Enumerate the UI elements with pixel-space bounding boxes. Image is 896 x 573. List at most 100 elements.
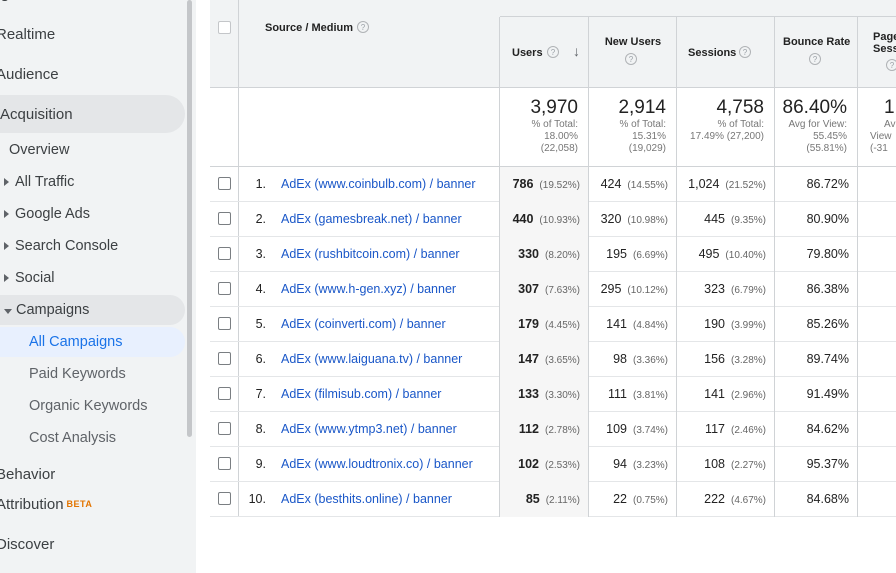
sidebar-item-audience[interactable]: Audience bbox=[0, 55, 59, 93]
table-row: 6. AdEx (www.laiguana.tv) / banner 147 (3.6… bbox=[210, 342, 896, 377]
row-checkbox[interactable] bbox=[218, 422, 231, 435]
source-medium-link[interactable]: AdEx (filmisub.com) / banner bbox=[281, 377, 441, 412]
total-caption: 15.31% bbox=[632, 131, 666, 142]
new-users-value: 424 bbox=[600, 177, 622, 191]
source-medium-link[interactable]: AdEx (www.loudtronix.co) / banner bbox=[281, 447, 473, 482]
total-users: 3,970 % of Total: 18.00% (22,058) bbox=[499, 88, 588, 167]
help-icon[interactable]: ? bbox=[809, 53, 821, 65]
sidebar-item-acquisition[interactable]: Acquisition bbox=[0, 95, 185, 133]
header-new-users[interactable]: New Users ? bbox=[588, 17, 676, 88]
users-cell: 112 (2.78%) bbox=[499, 412, 588, 447]
source-medium-link[interactable]: AdEx (www.coinbulb.com) / banner bbox=[281, 167, 476, 202]
sidebar-item-cost-analysis[interactable]: Cost Analysis bbox=[29, 423, 116, 453]
row-index: 4. bbox=[255, 282, 266, 296]
sessions-value: 222 bbox=[704, 492, 725, 506]
sessions-value: 108 bbox=[704, 457, 725, 471]
sidebar-item-realtime[interactable]: Realtime bbox=[0, 15, 55, 53]
bounce-rate-value: 95.37% bbox=[806, 457, 849, 471]
help-icon[interactable]: ? bbox=[357, 21, 369, 33]
row-checkbox[interactable] bbox=[218, 352, 231, 365]
header-source-medium[interactable]: Source / Medium ? bbox=[238, 0, 500, 88]
sidebar-item-all-campaigns[interactable]: All Campaigns bbox=[0, 327, 185, 357]
users-value: 133 bbox=[518, 387, 539, 401]
source-medium-link[interactable]: AdEx (www.ytmp3.net) / banner bbox=[281, 412, 457, 447]
row-checkbox[interactable] bbox=[218, 212, 231, 225]
total-caption: View bbox=[870, 131, 892, 142]
row-checkbox[interactable] bbox=[218, 282, 231, 295]
users-value: 147 bbox=[518, 352, 539, 366]
select-all-checkbox[interactable] bbox=[218, 21, 231, 34]
source-medium-link[interactable]: AdEx (besthits.online) / banner bbox=[281, 482, 452, 517]
row-checkbox[interactable] bbox=[218, 247, 231, 260]
bounce-rate-cell: 85.26% bbox=[774, 307, 857, 342]
source-medium-link[interactable]: AdEx (www.h-gen.xyz) / banner bbox=[281, 272, 456, 307]
sidebar-item-paid-keywords[interactable]: Paid Keywords bbox=[29, 359, 126, 389]
source-medium-link[interactable]: AdEx (www.laiguana.tv) / banner bbox=[281, 342, 462, 377]
header-pages-session[interactable]: Pages / Session ? bbox=[857, 17, 896, 88]
report-sidebar: rs Realtime Audience Acquisition Overvie… bbox=[0, 0, 196, 573]
source-medium-link[interactable]: AdEx (coinverti.com) / banner bbox=[281, 307, 446, 342]
help-icon[interactable]: ? bbox=[625, 53, 637, 65]
bounce-rate-cell: 86.72% bbox=[774, 167, 857, 202]
users-cell: 85 (2.11%) bbox=[499, 482, 588, 517]
row-checkbox[interactable] bbox=[218, 177, 231, 190]
new-users-value: 141 bbox=[606, 317, 627, 331]
row-checkbox[interactable] bbox=[218, 387, 231, 400]
source-medium-link[interactable]: AdEx (rushbitcoin.com) / banner bbox=[281, 237, 460, 272]
row-index: 8. bbox=[255, 422, 266, 436]
sessions-percent: (2.27%) bbox=[730, 460, 766, 471]
users-percent: (8.20%) bbox=[544, 250, 580, 261]
sidebar-item-discover[interactable]: Discover bbox=[0, 525, 54, 563]
users-value: 85 bbox=[525, 492, 540, 506]
table-row: 2. AdEx (gamesbreak.net) / banner 440 (10.9… bbox=[210, 202, 896, 237]
row-index: 5. bbox=[255, 317, 266, 331]
sessions-cell: 445 (9.35%) bbox=[676, 202, 774, 237]
table-row: 9. AdEx (www.loudtronix.co) / banner 102 (2… bbox=[210, 447, 896, 482]
row-index: 7. bbox=[255, 387, 266, 401]
total-value: 2,914 bbox=[618, 97, 666, 118]
new-users-percent: (3.36%) bbox=[632, 355, 668, 366]
help-icon[interactable]: ? bbox=[739, 46, 751, 58]
sessions-percent: (21.52%) bbox=[725, 180, 766, 191]
header-sessions[interactable]: Sessions ? bbox=[676, 17, 774, 88]
sessions-cell: 156 (3.28%) bbox=[676, 342, 774, 377]
table-row: 7. AdEx (filmisub.com) / banner 133 (3.30%)… bbox=[210, 377, 896, 412]
sidebar-item-campaigns[interactable]: Campaigns bbox=[0, 295, 185, 325]
help-icon[interactable]: ? bbox=[886, 59, 896, 71]
row-checkbox[interactable] bbox=[218, 317, 231, 330]
row-checkbox[interactable] bbox=[218, 492, 231, 505]
sessions-percent: (3.99%) bbox=[730, 320, 766, 331]
sidebar-item-social[interactable]: Social bbox=[4, 259, 55, 297]
new-users-cell: 98 (3.36%) bbox=[588, 342, 676, 377]
pages-session-cell bbox=[857, 482, 896, 517]
users-cell: 179 (4.45%) bbox=[499, 307, 588, 342]
sidebar-item-label: Realtime bbox=[0, 25, 56, 43]
sidebar-item-attribution[interactable]: Attribution BETA bbox=[0, 485, 92, 523]
table-row: 10. AdEx (besthits.online) / banner 85 (2.1… bbox=[210, 482, 896, 517]
header-users[interactable]: Users ? ↓ bbox=[499, 17, 588, 88]
source-medium-link[interactable]: AdEx (gamesbreak.net) / banner bbox=[281, 202, 462, 237]
table-header: Source / Medium ? Users ? ↓ New Users ? … bbox=[210, 0, 896, 88]
header-label: Users bbox=[512, 47, 543, 59]
bounce-rate-cell: 91.49% bbox=[774, 377, 857, 412]
row-index: 2. bbox=[255, 212, 266, 226]
bounce-rate-cell: 84.68% bbox=[774, 482, 857, 517]
row-index: 9. bbox=[255, 457, 266, 471]
sessions-cell: 1,024 (21.52%) bbox=[676, 167, 774, 202]
help-icon[interactable]: ? bbox=[547, 46, 559, 58]
total-value: 1 bbox=[884, 97, 895, 118]
total-caption: (-31 bbox=[870, 143, 888, 154]
total-caption: (19,029) bbox=[628, 143, 666, 154]
table-row: 3. AdEx (rushbitcoin.com) / banner 330 (8.2… bbox=[210, 237, 896, 272]
sort-descending-icon[interactable]: ↓ bbox=[573, 43, 580, 59]
pages-session-cell bbox=[857, 342, 896, 377]
table-row: 5. AdEx (coinverti.com) / banner 179 (4.45%… bbox=[210, 307, 896, 342]
row-checkbox[interactable] bbox=[218, 457, 231, 470]
users-percent: (2.53%) bbox=[544, 460, 580, 471]
users-percent: (2.78%) bbox=[544, 425, 580, 436]
sidebar-scrollbar[interactable] bbox=[187, 0, 192, 437]
header-bounce-rate[interactable]: Bounce Rate ? bbox=[774, 17, 857, 88]
bounce-rate-value: 84.62% bbox=[806, 422, 849, 436]
sidebar-item-organic-keywords[interactable]: Organic Keywords bbox=[29, 391, 147, 421]
new-users-value: 109 bbox=[606, 422, 627, 436]
